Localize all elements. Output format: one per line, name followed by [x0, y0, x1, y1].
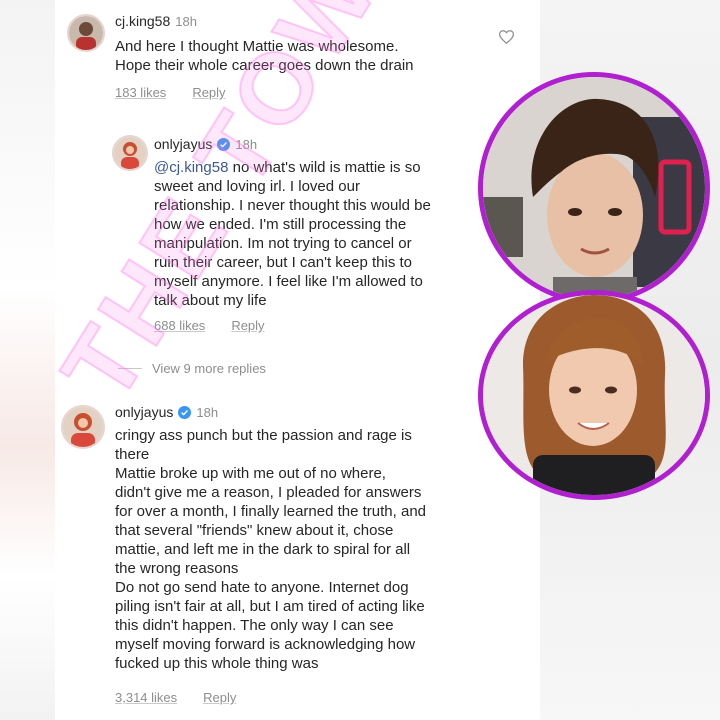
reply-button[interactable]: Reply	[231, 318, 264, 333]
comment-username[interactable]: onlyjayus 18h	[154, 136, 257, 152]
view-more-replies[interactable]: View 9 more replies	[118, 361, 266, 376]
avatar[interactable]	[67, 14, 105, 52]
profile-photo-bottom	[478, 290, 710, 500]
reply-button[interactable]: Reply	[203, 690, 236, 705]
reply-button[interactable]: Reply	[192, 85, 225, 100]
comment-username[interactable]: cj.king58 18h	[115, 13, 197, 29]
heart-icon[interactable]	[499, 30, 514, 44]
comment-text: cringy ass punch but the passion and rag…	[115, 427, 427, 672]
avatar[interactable]	[112, 135, 148, 171]
background-left	[0, 0, 60, 720]
view-more-label[interactable]: View 9 more replies	[152, 361, 266, 376]
likes-count[interactable]: 183 likes	[115, 85, 166, 100]
timestamp: 18h	[235, 136, 258, 152]
comment-text: @cj.king58 no what's wild is mattie is s…	[154, 158, 529, 310]
comment-actions: 183 likes Reply	[115, 85, 226, 100]
likes-count[interactable]: 3,314 likes	[115, 690, 177, 705]
profile-photo-top	[478, 72, 710, 304]
verified-badge-icon	[178, 405, 192, 419]
comment-text: And here I thought Mattie was wholesome.…	[115, 38, 414, 74]
comment-actions: 3,314 likes Reply	[115, 690, 236, 705]
verified-badge-icon	[217, 137, 231, 151]
username-text[interactable]: onlyjayus	[154, 136, 212, 152]
username-text[interactable]: cj.king58	[115, 13, 170, 29]
avatar[interactable]	[61, 405, 105, 449]
comment-username[interactable]: onlyjayus 18h	[115, 404, 218, 420]
timestamp: 18h	[175, 13, 197, 29]
username-text[interactable]: onlyjayus	[115, 404, 173, 420]
mention-link[interactable]: @cj.king58	[154, 159, 228, 176]
likes-count[interactable]: 688 likes	[154, 318, 205, 333]
comment-actions: 688 likes Reply	[154, 318, 265, 333]
comment-body: no what's wild is mattie is so sweet and…	[154, 159, 431, 309]
divider-line	[118, 368, 142, 369]
timestamp: 18h	[196, 404, 219, 420]
